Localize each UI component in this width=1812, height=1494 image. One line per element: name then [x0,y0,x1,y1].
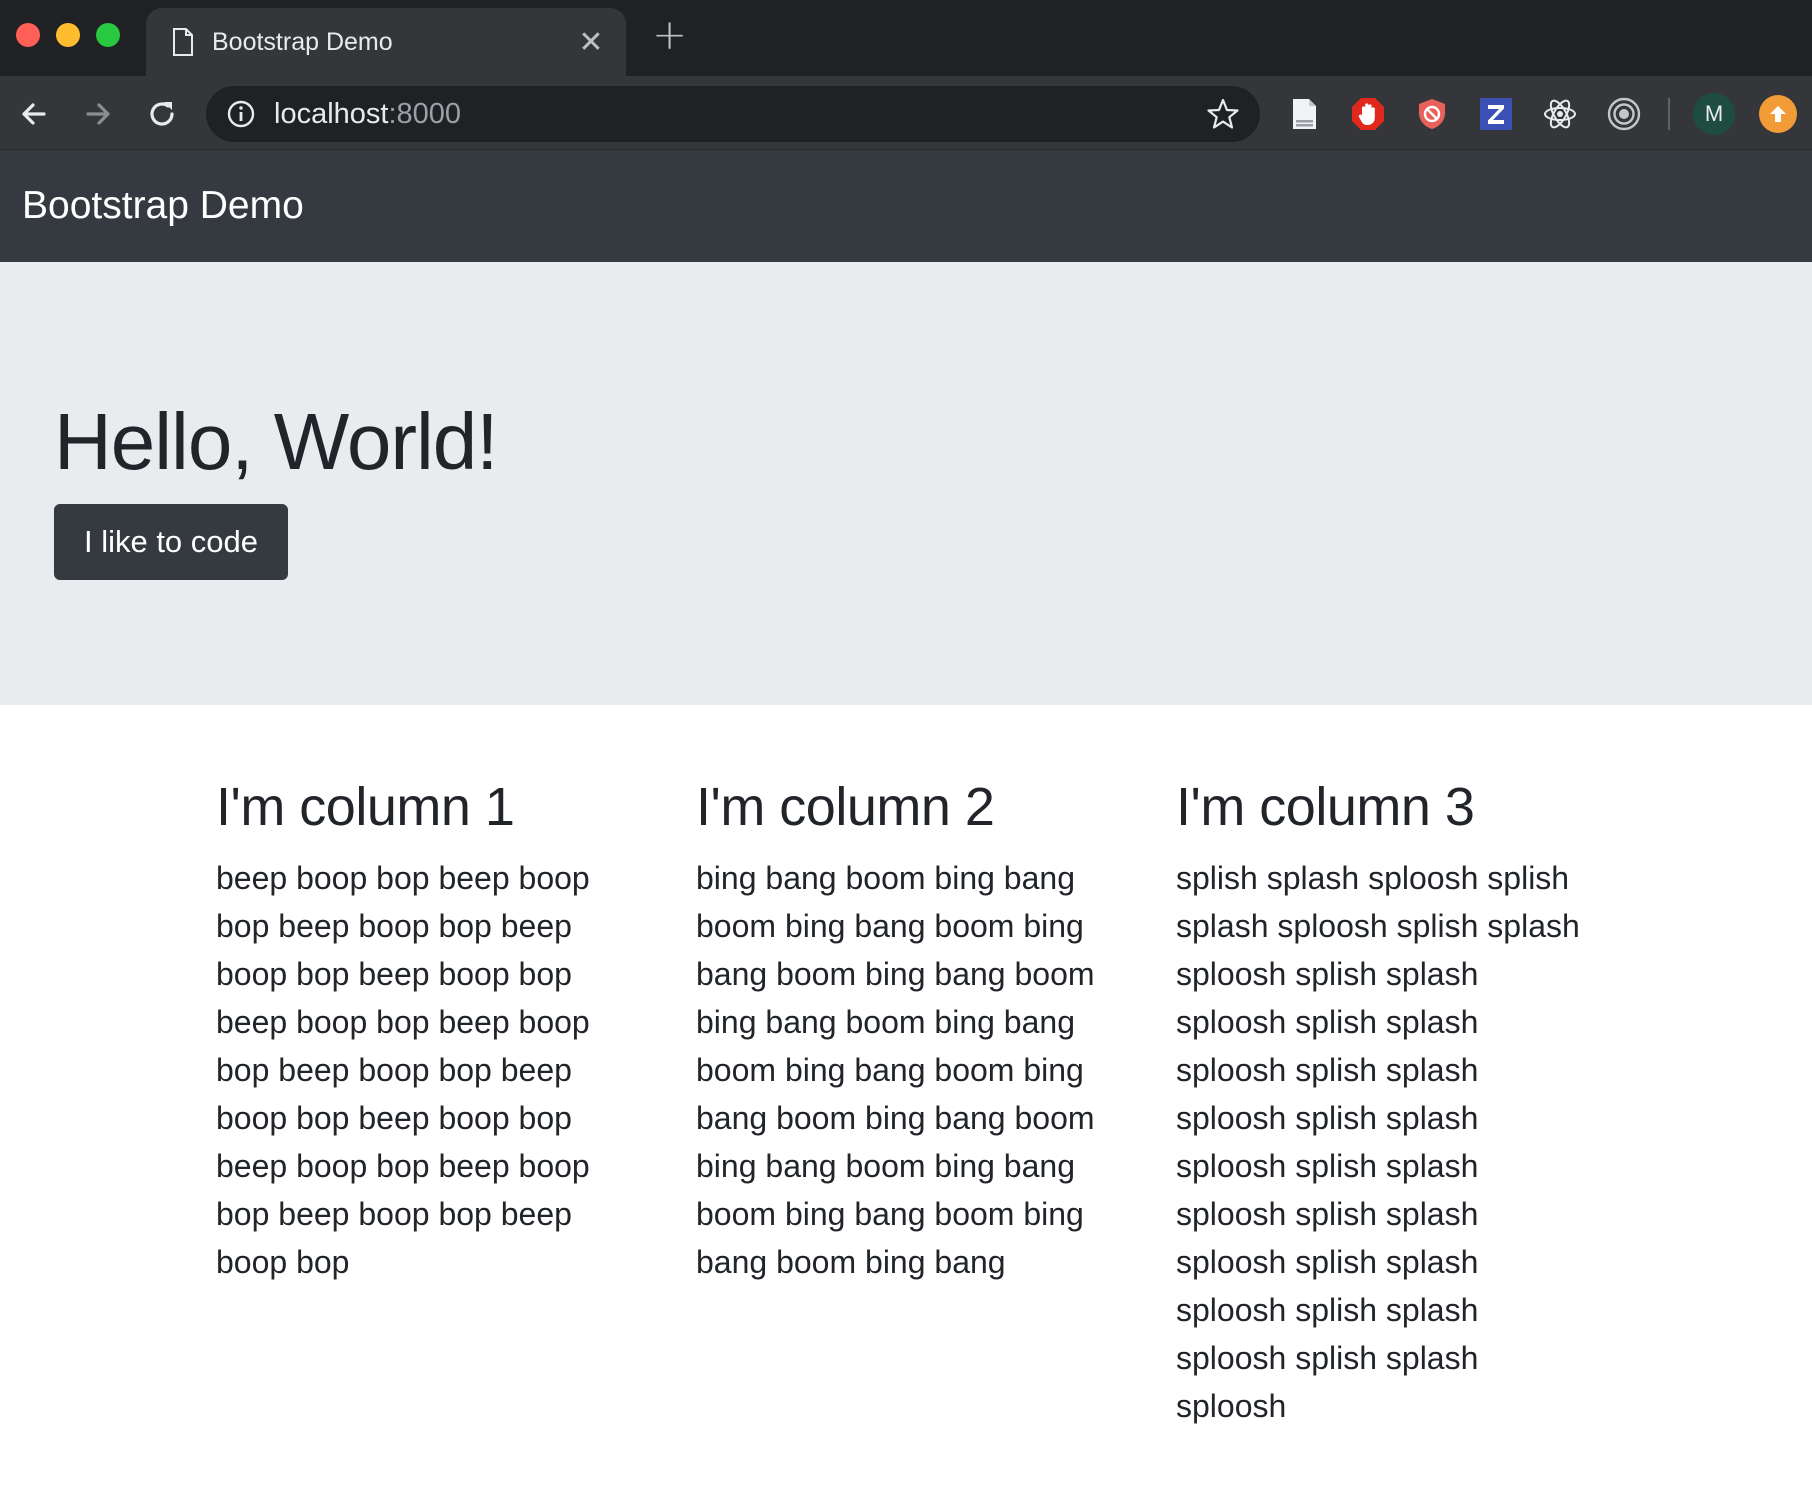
jumbotron: Hello, World! I like to code [0,262,1812,705]
browser-tab-active[interactable]: Bootstrap Demo ✕ [146,8,626,76]
z-glyph [1480,98,1512,130]
document-icon [173,28,193,56]
update-arrow-icon[interactable] [1759,95,1797,133]
reload-icon [150,102,174,126]
i-like-to-code-button[interactable]: I like to code [54,504,288,580]
window-controls [16,23,120,47]
adblock-hand-icon[interactable] [1350,96,1386,132]
address-bar[interactable]: localhost :8000 [206,86,1260,142]
shield-block-icon[interactable] [1414,96,1450,132]
toolbar-separator [1668,98,1670,130]
update-arrow-glyph [1770,106,1786,122]
back-button[interactable] [14,94,54,134]
tab-title: Bootstrap Demo [212,27,393,56]
hero-heading: Hello, World! [54,397,498,486]
reload-button[interactable] [142,94,182,134]
url-port: :8000 [388,97,462,130]
target-glyph [1607,97,1641,131]
column-heading: I'm column 1 [216,777,515,837]
docs-offline-icon[interactable] [1286,96,1322,132]
browser-toolbar: localhost :8000 M [0,76,1812,150]
browser-tab-strip: Bootstrap Demo ✕ + [0,0,1812,76]
docs-offline-glyph [1293,99,1316,129]
forward-button[interactable] [78,94,118,134]
arrow-right-icon [86,103,110,125]
minimize-window-button[interactable] [56,23,80,47]
url-host: localhost [274,97,389,130]
site-navbar: Bootstrap Demo [0,150,1812,262]
column-text: splish splash sploosh splish splash splo… [1176,859,1580,1424]
react-glyph [1544,99,1576,129]
new-tab-icon[interactable]: + [652,14,687,56]
target-icon[interactable] [1606,96,1642,132]
site-info-icon[interactable] [226,99,256,129]
arrow-left-icon [22,103,46,125]
close-window-button[interactable] [16,23,40,47]
column-1: I'm column 1 beep boop bop beep boop bop… [216,775,656,1286]
shield-glyph [1419,99,1445,129]
column-text: beep boop bop beep boop bop beep boop bo… [216,859,590,1280]
navbar-brand[interactable]: Bootstrap Demo [22,184,304,228]
profile-avatar[interactable]: M [1693,93,1735,135]
columns-row: I'm column 1 beep boop bop beep boop bop… [0,705,1812,1424]
maximize-window-button[interactable] [96,23,120,47]
adblock-glyph [1352,98,1384,130]
close-tab-icon[interactable]: ✕ [576,25,606,60]
column-2: I'm column 2 bing bang boom bing bang bo… [696,775,1136,1286]
z-extension-icon[interactable] [1478,96,1514,132]
column-text: bing bang boom bing bang boom bing bang … [696,859,1095,1280]
react-devtools-icon[interactable] [1542,96,1578,132]
column-heading: I'm column 2 [696,777,995,837]
column-heading: I'm column 3 [1176,777,1475,837]
column-3: I'm column 3 splish splash sploosh splis… [1176,775,1616,1430]
bookmark-star-icon[interactable] [1206,97,1240,131]
